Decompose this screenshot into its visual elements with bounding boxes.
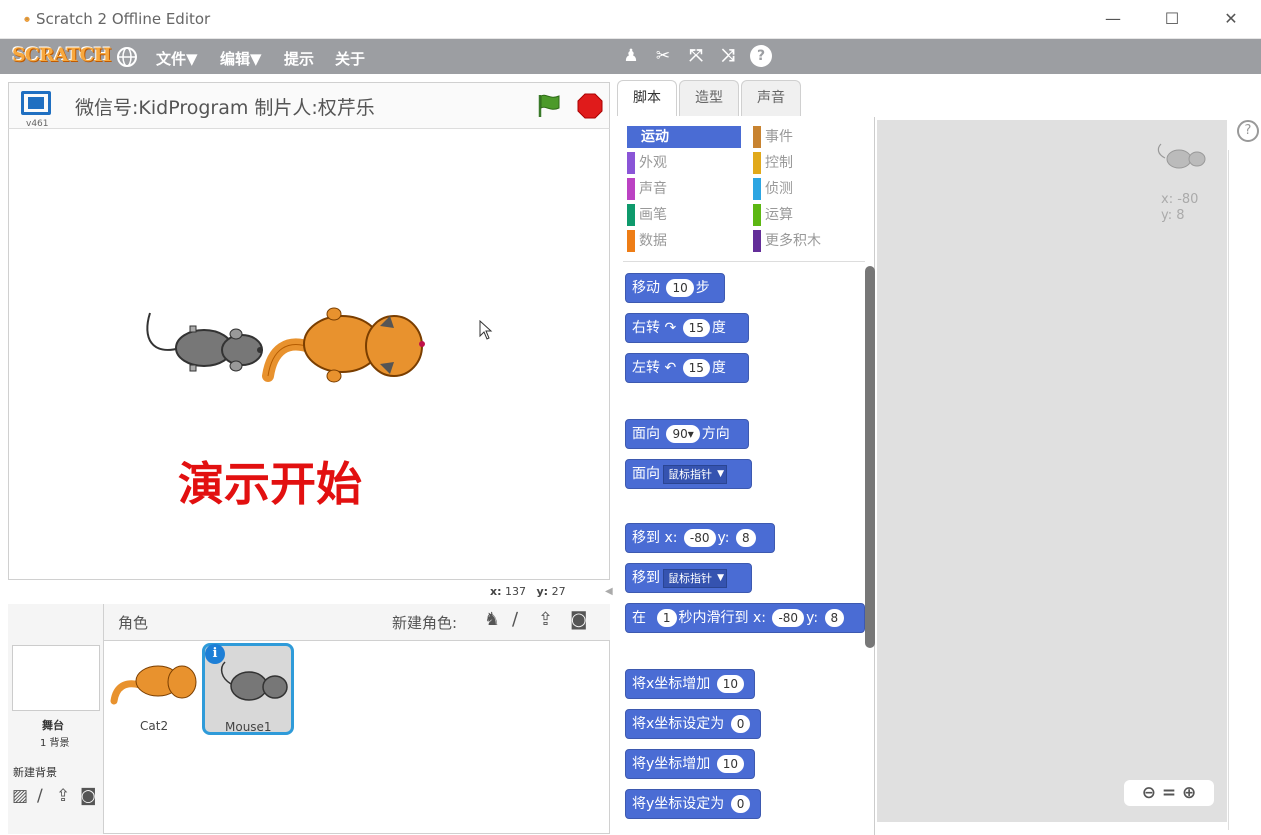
green-flag-icon[interactable] [536,93,562,119]
backdrop-camera-icon[interactable]: ◙ [80,786,97,806]
window-title: Scratch 2 Offline Editor [36,10,211,28]
duplicate-stamp-icon[interactable]: ♟ [620,45,642,67]
palette-scrollbar[interactable] [865,266,875,648]
block-goto-xy[interactable]: 移到 x: -80 y: 8 [625,523,775,553]
sprite-item-cat2[interactable]: Cat2 [108,643,200,735]
category-looks[interactable]: 外观 [627,152,741,174]
sprite-library-icon[interactable]: ♞ [484,609,500,630]
block-turn-left[interactable]: 左转 ↶ 15 度 [625,353,749,383]
category-data[interactable]: 数据 [627,230,741,252]
category-operators[interactable]: 运算 [753,204,867,226]
category-more-blocks[interactable]: 更多积木 [753,230,867,252]
cat2-thumbnail [110,665,197,705]
mouse1-thumbnail [220,661,288,701]
version-label: v461 [26,119,49,129]
block-glide[interactable]: 在 1 秒内滑行到 x: -80 y: 8 [625,603,865,633]
scripts-area[interactable]: x: -80 y: 8 [877,120,1227,822]
paint-sprite-icon[interactable]: ∕ [512,609,518,630]
help-sidebar [1228,150,1261,830]
mouse-cursor-icon [479,320,493,340]
block-goto[interactable]: 移到 鼠标指针 [625,563,752,593]
sprite-y-readout: y: 8 [1161,208,1185,223]
category-events[interactable]: 事件 [753,126,867,148]
menu-file[interactable]: 文件▼ [156,48,198,69]
sprite-header: 角色 新建角色: ♞ ∕ ⇪ ◙ [104,604,610,641]
block-set-x[interactable]: 将x坐标设定为 0 [625,709,761,739]
stage-label: 舞台 [42,719,64,732]
title-bar: Scratch 2 Offline Editor — ☐ ✕ [0,0,1261,39]
minimize-button[interactable]: — [1098,6,1128,32]
goto-dropdown: 鼠标指针 [663,568,727,588]
stage-thumbnail[interactable] [12,645,100,711]
menu-bar: SCRATCH 文件▼ 编辑▼ 提示 关于 ♟ ✂ ⤧ ⤨ ? [0,39,1261,74]
zoom-out-icon[interactable]: ⊖ [1142,783,1156,803]
stage-header: v461 微信号:KidProgram 制片人:权芹乐 [8,82,610,129]
grow-icon[interactable]: ⤧ [685,45,707,67]
category-sound[interactable]: 声音 [627,178,741,200]
current-sprite-thumbnail [1157,143,1206,169]
block-move-steps[interactable]: 移动 10 步 [625,273,725,303]
stage-overlay-text: 演示开始 [178,457,362,511]
zoom-in-icon[interactable]: ⊕ [1182,783,1196,803]
y-label: y: [536,585,549,598]
upload-sprite-icon[interactable]: ⇪ [538,609,553,630]
editor-tabs: 脚本 造型 声音 [617,80,1257,118]
sprite-name-cat2: Cat2 [140,719,169,733]
mouse-coordinates: x: 137 y: 27 [490,585,566,598]
scratch-logo[interactable]: SCRATCH [12,44,112,66]
tab-sounds[interactable]: 声音 [741,80,801,116]
category-pen[interactable]: 画笔 [627,204,741,226]
block-point-towards[interactable]: 面向 鼠标指针 [625,459,752,489]
menu-edit[interactable]: 编辑▼ [220,48,262,69]
tab-scripts[interactable]: 脚本 [617,80,677,116]
x-value: 137 [505,585,526,598]
globe-icon[interactable] [116,46,138,68]
sprite-item-mouse1[interactable]: i Mouse1 [202,643,294,735]
category-motion[interactable]: 运动 [627,126,741,148]
tab-costumes[interactable]: 造型 [679,80,739,116]
close-button[interactable]: ✕ [1216,6,1246,32]
category-sensing[interactable]: 侦测 [753,178,867,200]
block-change-x[interactable]: 将x坐标增加 10 [625,669,755,699]
mouse-sprite-on-stage[interactable] [142,308,272,388]
zoom-reset-icon[interactable]: = [1162,783,1176,803]
sprite-x-readout: x: -80 [1161,192,1199,207]
backdrop-count: 1 背景 [40,738,70,749]
maximize-button[interactable]: ☐ [1157,6,1187,32]
help-icon[interactable]: ? [750,45,772,67]
sprites-title: 角色 [118,614,149,632]
turn-right-icon: ↷ [664,320,677,336]
menu-about[interactable]: 关于 [335,48,365,69]
category-control[interactable]: 控制 [753,152,867,174]
cat-sprite-on-stage[interactable] [262,298,430,390]
block-turn-right[interactable]: 右转 ↷ 15 度 [625,313,749,343]
zoom-controls: ⊖ = ⊕ [1124,780,1214,806]
help-panel-icon[interactable]: ? [1237,120,1259,142]
divider [623,261,865,262]
delete-scissors-icon[interactable]: ✂ [652,45,674,67]
block-palette: 运动 外观 声音 画笔 数据 事件 控制 侦测 运算 更多积木 移动 10 步 右… [617,117,875,835]
new-sprite-label: 新建角色: [392,614,458,632]
camera-sprite-icon[interactable]: ◙ [570,609,587,630]
turn-left-icon: ↶ [664,360,677,376]
y-value: 27 [551,585,566,598]
sprite-name-mouse1: Mouse1 [225,720,272,734]
shrink-icon[interactable]: ⤨ [717,45,739,67]
block-change-y[interactable]: 将y坐标增加 10 [625,749,755,779]
x-label: x: [490,585,502,598]
towards-dropdown: 鼠标指针 [663,464,727,484]
scratch-cat-icon [24,16,30,22]
fullscreen-icon[interactable] [21,91,51,115]
collapse-stage-icon[interactable]: ◀ [605,586,617,600]
block-point-direction[interactable]: 面向 90▾ 方向 [625,419,749,449]
new-backdrop-label: 新建背景 [13,766,57,779]
stop-icon[interactable] [577,93,603,119]
project-title[interactable]: 微信号:KidProgram 制片人:权芹乐 [75,93,375,120]
backdrop-upload-icon[interactable]: ⇪ [56,786,70,806]
menu-tips[interactable]: 提示 [284,48,314,69]
backdrop-brush-icon[interactable]: ∕ [37,786,43,806]
block-set-y[interactable]: 将y坐标设定为 0 [625,789,761,819]
backdrop-paint-icon[interactable]: ▨ [12,786,28,806]
